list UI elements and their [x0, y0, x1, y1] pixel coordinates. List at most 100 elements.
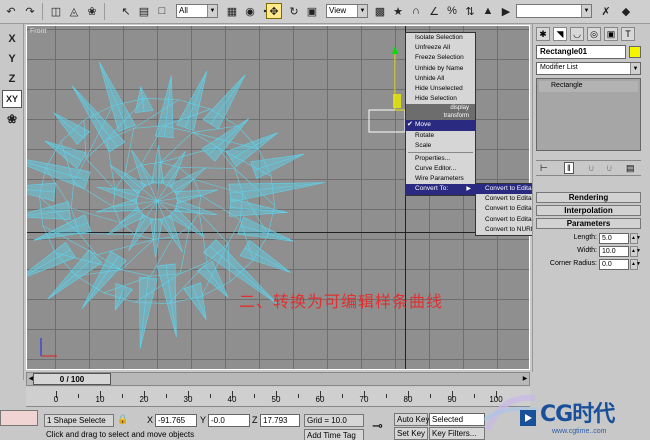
key-icon[interactable]: ⊸ [372, 418, 383, 434]
redo-icon[interactable]: ↷ [22, 3, 38, 19]
quad-item-hide-unselected[interactable]: Hide Unselected [406, 84, 475, 94]
selection-filter-dropdown[interactable]: All ▼ [176, 4, 218, 18]
manipulate-icon[interactable]: ★ [390, 3, 406, 19]
make-unique-icon[interactable]: ∪ [588, 163, 595, 174]
rollout-interpolation[interactable]: Interpolation [536, 205, 641, 216]
spinner-icon[interactable]: ▲▼ [630, 259, 641, 270]
quad-item-freeze-selection[interactable]: Freeze Selection [406, 53, 475, 63]
quad-item-isolate-selection[interactable]: Isolate Selection [406, 33, 475, 43]
track-tick [474, 394, 475, 398]
param-corner-radius-field[interactable]: 0.0 [599, 259, 629, 270]
select-by-name-icon[interactable]: ▤ [136, 3, 152, 19]
track-tick [430, 394, 431, 398]
selection-filter-value: All [179, 6, 188, 15]
configure-modifier-sets-icon[interactable]: ▤ [626, 163, 635, 174]
use-pivot-center-icon[interactable]: ▩ [372, 3, 388, 19]
quad-item-label: Isolate Selection [415, 34, 463, 41]
hierarchy-tab-icon[interactable]: ◡ [570, 27, 584, 41]
modifier-list-dropdown[interactable]: Modifier List ▼ [536, 62, 641, 75]
param-width-label: Width: [577, 247, 597, 254]
quad-item-label: Unfreeze All [415, 44, 451, 52]
named-selection-sets-dropdown[interactable]: ▼ [516, 4, 592, 18]
window-crossing-icon[interactable]: ◉ [242, 3, 258, 19]
percent-snap-icon[interactable]: % [444, 3, 460, 19]
motion-tab-icon[interactable]: ◎ [587, 27, 601, 41]
quad-title-transform: transform [406, 112, 475, 121]
show-end-result-icon[interactable]: ‖ [564, 162, 574, 174]
watermark-swirl-icon [482, 394, 539, 432]
create-tab-icon[interactable]: ✱ [536, 27, 550, 41]
mirror-icon[interactable]: ▶ [498, 3, 514, 19]
select-and-rotate-icon[interactable]: ↻ [286, 3, 302, 19]
param-width-field[interactable]: 10.0 [599, 246, 629, 257]
bind-to-space-warp-icon[interactable]: ❀ [84, 3, 100, 19]
quad-item-label: Scale [415, 141, 432, 149]
toolbar-separator [42, 3, 43, 20]
mirror-selected-icon[interactable]: ✗ [598, 3, 614, 19]
utilities-tab-icon[interactable]: T [621, 27, 635, 41]
quad-item-curve-editor[interactable]: Curve Editor... [406, 164, 475, 174]
add-time-tag-button[interactable]: Add Time Tag [304, 429, 364, 440]
named-selection-icon[interactable]: ▲ [480, 3, 496, 19]
quad-item-unhide-by-name[interactable]: Unhide by Name [406, 64, 475, 74]
select-and-scale-icon[interactable]: ▣ [304, 3, 320, 19]
select-and-link-icon[interactable]: ◫ [48, 3, 64, 19]
pin-stack-icon[interactable]: ⊢ [540, 163, 548, 174]
z-coord-field[interactable]: 17.793 [260, 414, 300, 427]
quad-item-label: Hide Unselected [415, 84, 463, 92]
rollout-rendering[interactable]: Rendering [536, 192, 641, 203]
quad-item-rotate[interactable]: Rotate [406, 131, 475, 141]
time-slider[interactable]: ◀ 0 / 100 ▶ [26, 372, 530, 386]
toolbar-separator [104, 3, 105, 20]
quad-item-convert-to[interactable]: Convert To: ▶ [406, 184, 475, 195]
undo-icon[interactable]: ↶ [3, 3, 19, 19]
time-slider-next-icon[interactable]: ▶ [521, 373, 529, 385]
angle-snap-icon[interactable]: ∠ [426, 3, 442, 19]
quad-item-scale[interactable]: Scale [406, 141, 475, 151]
rollout-parameters[interactable]: Parameters [536, 218, 641, 229]
remove-modifier-icon[interactable]: ∪ [606, 163, 613, 174]
axis-y-button[interactable]: Y [2, 50, 22, 68]
object-color-swatch[interactable] [629, 46, 641, 58]
track-tick-label: 90 [447, 395, 457, 404]
rectangular-selection-icon[interactable]: □ [154, 3, 170, 19]
time-slider-thumb[interactable]: 0 / 100 [33, 373, 111, 385]
select-and-move-icon[interactable]: ✥ [266, 3, 282, 19]
axis-x-button[interactable]: X [2, 30, 22, 48]
spinner-icon[interactable]: ▲▼ [630, 233, 641, 244]
stack-item-rectangle[interactable]: Rectangle [539, 81, 638, 92]
select-by-region-icon[interactable]: ▦ [224, 3, 240, 19]
quad-item-move[interactable]: Move [406, 120, 475, 131]
quad-item-hide-selection[interactable]: Hide Selection [406, 94, 475, 104]
axis-z-button[interactable]: Z [2, 70, 22, 88]
axis-xy-button[interactable]: XY [2, 90, 22, 108]
display-tab-icon[interactable]: ▣ [604, 27, 618, 41]
y-coord-field[interactable]: -0.0 [208, 414, 250, 427]
spinner-snap-icon[interactable]: ⇅ [462, 3, 478, 19]
set-key-button[interactable]: Set Key [394, 427, 428, 440]
modify-tab-icon[interactable]: ◥ [553, 27, 567, 41]
modifier-stack[interactable]: Rectangle [536, 78, 641, 151]
align-icon[interactable]: ◆ [618, 3, 634, 19]
snap-axis-icon[interactable]: ❀ [2, 110, 22, 128]
x-coord-label: X [147, 415, 154, 425]
track-bar[interactable]: 0 10 20 30 40 50 60 70 80 90 100 [26, 387, 530, 407]
key-mode-dropdown[interactable]: Selected [429, 413, 485, 426]
x-coord-field[interactable]: -91.765 [155, 414, 197, 427]
quad-item-unhide-all[interactable]: Unhide All [406, 74, 475, 84]
key-filters-button[interactable]: Key Filters... [429, 427, 485, 440]
lock-selection-icon[interactable]: 🔒 [117, 414, 128, 425]
quad-item-properties[interactable]: Properties... [406, 154, 475, 164]
quad-item-wire-parameters[interactable]: Wire Parameters [406, 174, 475, 184]
auto-key-button[interactable]: Auto Key [394, 413, 429, 426]
snap-toggle-icon[interactable]: ∩ [408, 3, 424, 19]
reference-coordinate-dropdown[interactable]: View ▼ [326, 4, 368, 18]
select-object-icon[interactable]: ↖ [118, 3, 134, 19]
maxscript-listener-mini[interactable] [0, 410, 38, 426]
quad-item-unfreeze-all[interactable]: Unfreeze All [406, 43, 475, 53]
spinner-icon[interactable]: ▲▼ [630, 246, 641, 257]
param-length-field[interactable]: 5.0 [599, 233, 629, 244]
unlink-selection-icon[interactable]: ◬ [66, 3, 82, 19]
watermark-logo: CG时代 www.cgtime..com [480, 390, 650, 440]
object-name-field[interactable]: Rectangle01 [536, 45, 626, 59]
